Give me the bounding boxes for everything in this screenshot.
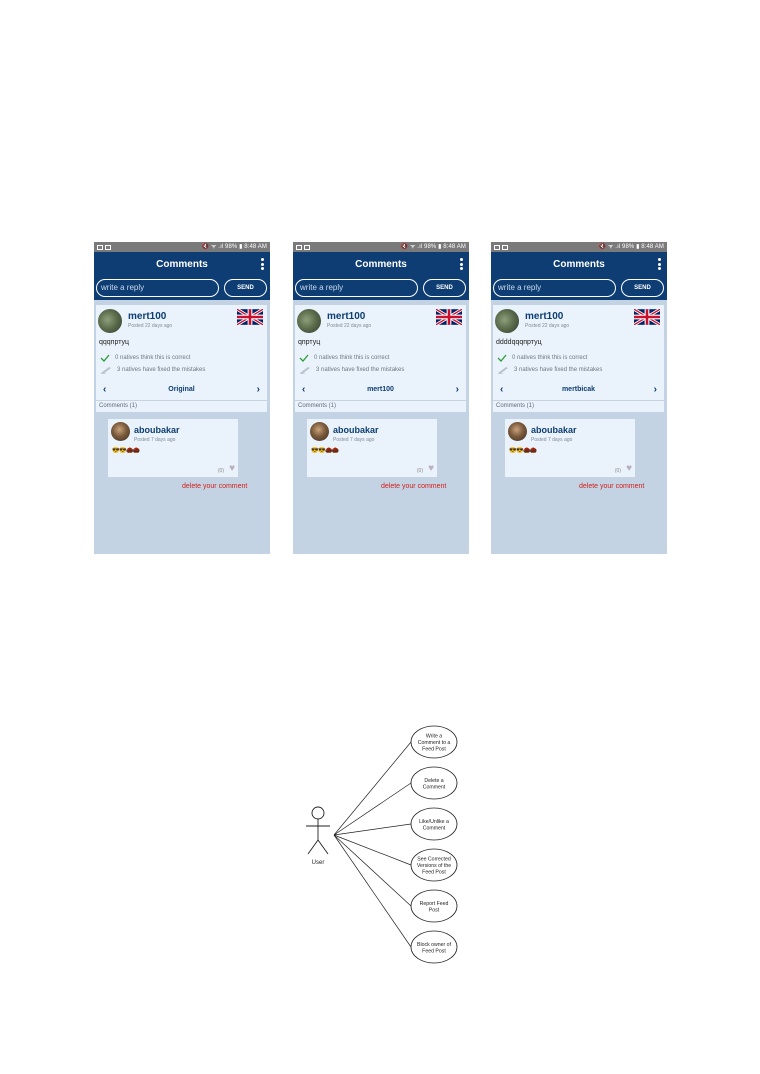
association-line xyxy=(333,834,412,866)
association-line xyxy=(333,834,412,948)
use-case-label: Post xyxy=(429,907,440,913)
use-case-label: Feed Post xyxy=(422,948,446,954)
use-case-label: Feed Post xyxy=(422,870,446,876)
association-line xyxy=(333,782,412,836)
use-case-label: See Corrected xyxy=(417,857,451,863)
use-case-label: Like/Unlike a xyxy=(419,819,449,825)
use-case-diagram: User Write aComment to aFeed PostDelete … xyxy=(306,725,458,964)
use-case-label: Write a xyxy=(426,734,442,740)
use-case-group: Write aComment to aFeed PostDelete aComm… xyxy=(333,725,458,964)
use-case-label: Comment to a xyxy=(418,740,451,746)
association-line xyxy=(333,823,412,836)
use-case-label: Comment xyxy=(423,825,446,831)
use-case-label: Delete a xyxy=(424,778,443,784)
use-case-label: Versions of the xyxy=(417,863,451,869)
actor-figure xyxy=(306,806,330,855)
use-case-label: Report Feed xyxy=(420,901,449,907)
use-case-label: Feed Post xyxy=(422,747,446,753)
use-case-label: Block owner of xyxy=(417,942,452,948)
association-line xyxy=(333,834,412,907)
actor-label: User xyxy=(312,860,325,866)
association-line xyxy=(333,741,412,836)
use-case-label: Comment xyxy=(423,784,446,790)
